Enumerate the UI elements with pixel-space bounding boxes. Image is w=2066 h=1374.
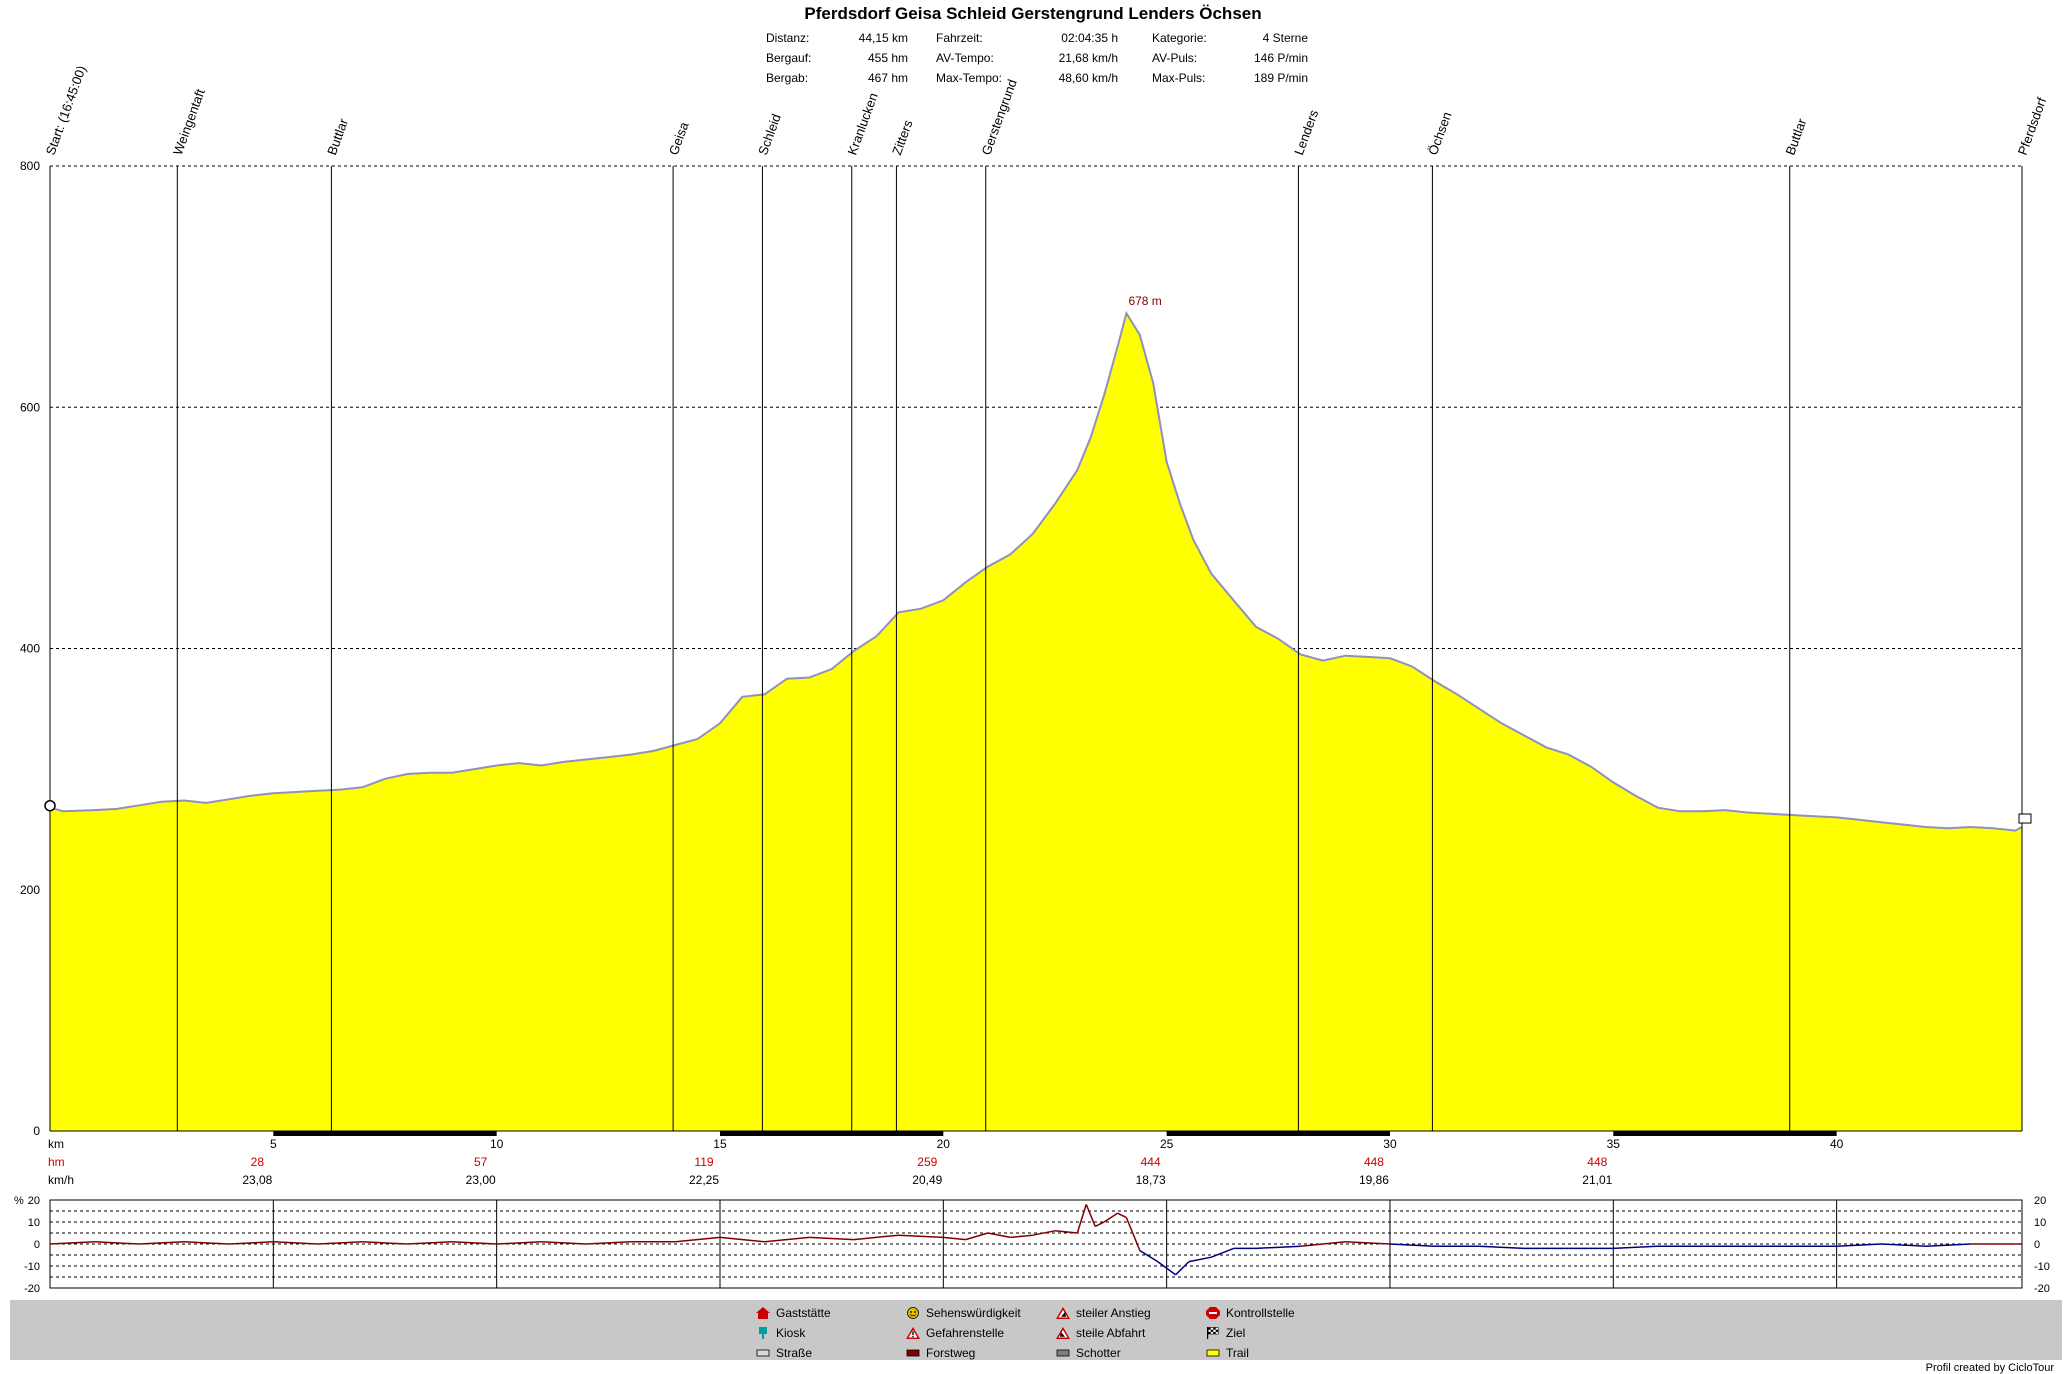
gradient-tick-left: -20 xyxy=(24,1283,40,1295)
waypoint-label: Buttlar xyxy=(1782,116,1809,157)
legend-item: Kiosk xyxy=(756,1326,805,1340)
segment-value: 444 xyxy=(1141,1155,1161,1169)
gradient-unit-label: % xyxy=(14,1195,24,1207)
gradient-tick-right: 0 xyxy=(2034,1239,2040,1251)
segment-value: 23,08 xyxy=(242,1173,272,1187)
segment-value: 119 xyxy=(694,1155,713,1169)
gradient-tick-right: 20 xyxy=(2034,1195,2046,1207)
y-tick-label: 800 xyxy=(20,159,40,173)
x-axis-label: km xyxy=(48,1137,64,1151)
gravel-swatch xyxy=(1056,1347,1070,1359)
smiley-icon xyxy=(906,1307,920,1319)
danger-icon xyxy=(906,1327,920,1339)
legend-item: Schotter xyxy=(1056,1346,1121,1360)
waypoint-label: Zitters xyxy=(889,117,916,157)
legend-item: steile Abfahrt xyxy=(1056,1326,1145,1340)
axis-band xyxy=(273,1131,497,1136)
legend-item: Trail xyxy=(1206,1346,1249,1360)
legend-item: Straße xyxy=(756,1346,812,1360)
x-tick-label: 15 xyxy=(713,1137,727,1151)
road-swatch xyxy=(756,1347,770,1359)
segment-value: 259 xyxy=(917,1155,937,1169)
segment-value: 20,49 xyxy=(912,1173,942,1187)
kiosk-icon xyxy=(756,1327,770,1339)
y-tick-label: 200 xyxy=(20,883,40,897)
gradient-tick-left: 10 xyxy=(28,1217,40,1229)
x-tick-label: 20 xyxy=(937,1137,951,1151)
axis-band xyxy=(1613,1131,1837,1136)
segment-value: 448 xyxy=(1587,1155,1607,1169)
y-tick-label: 0 xyxy=(33,1124,40,1138)
credit-text: Profil created by CicloTour xyxy=(1925,1362,2054,1374)
segment-value: 448 xyxy=(1364,1155,1384,1169)
y-tick-label: 600 xyxy=(20,400,40,414)
legend: Gaststätte Sehenswürdigkeit steiler Anst… xyxy=(10,1300,2062,1360)
gradient-tick-right: -10 xyxy=(2034,1261,2050,1273)
segment-value: 21,01 xyxy=(1582,1173,1612,1187)
house-icon xyxy=(756,1307,770,1319)
x-tick-label: 30 xyxy=(1383,1137,1397,1151)
waypoint-label: Lenders xyxy=(1291,107,1321,157)
legend-item: Gefahrenstelle xyxy=(906,1326,1004,1340)
x-tick-label: 40 xyxy=(1830,1137,1844,1151)
gradient-tick-right: 10 xyxy=(2034,1217,2046,1229)
segment-value: 23,00 xyxy=(466,1173,496,1187)
waypoint-label: Start: (16:45:00) xyxy=(43,64,89,157)
x-tick-label: 5 xyxy=(270,1137,277,1151)
waypoint-label: Schleid xyxy=(755,112,784,157)
bicycle-icon xyxy=(44,799,56,812)
checkered-flag-icon xyxy=(1206,1327,1220,1339)
segment-value: 57 xyxy=(474,1155,488,1169)
peak-label: 678 m xyxy=(1128,294,1161,308)
axis-band xyxy=(719,1131,944,1136)
segment-value: 28 xyxy=(251,1155,265,1169)
warning-triangle-icon xyxy=(1056,1307,1070,1319)
gradient-tick-left: -10 xyxy=(24,1261,40,1273)
forest-road-swatch xyxy=(906,1347,920,1359)
elevation-profile-chart: 0200400600800Start: (16:45:00) Weingentaf… xyxy=(14,64,2050,1295)
legend-item: Kontrollstelle xyxy=(1206,1306,1295,1320)
x-tick-label: 10 xyxy=(490,1137,504,1151)
gradient-tick-left: 0 xyxy=(34,1239,40,1251)
x-tick-label: 35 xyxy=(1607,1137,1621,1151)
waypoint-label: Öchsen xyxy=(1425,110,1454,157)
checkered-flag-icon xyxy=(2018,813,2032,824)
segment-value: 22,25 xyxy=(689,1173,719,1187)
legend-item: Forstweg xyxy=(906,1346,975,1360)
segment-row-label: hm xyxy=(48,1155,65,1169)
elevation-area xyxy=(50,313,2022,1131)
legend-item: Ziel xyxy=(1206,1326,1245,1340)
warning-triangle-icon xyxy=(1056,1327,1070,1339)
waypoint-label: Geisa xyxy=(666,119,692,157)
y-tick-label: 400 xyxy=(20,642,40,656)
legend-item: Gaststätte xyxy=(756,1306,831,1320)
waypoint-label: Pferdsdorf xyxy=(2015,95,2050,157)
legend-item: steiler Anstieg xyxy=(1056,1306,1151,1320)
waypoint-label: Weingentaft xyxy=(170,87,208,157)
waypoint-label: Kranlucken xyxy=(844,91,880,157)
segment-value: 19,86 xyxy=(1359,1173,1389,1187)
segment-row-label: km/h xyxy=(48,1173,74,1187)
x-tick-label: 25 xyxy=(1160,1137,1174,1151)
trail-swatch xyxy=(1206,1347,1220,1359)
legend-item: Sehenswürdigkeit xyxy=(906,1306,1021,1320)
waypoint-label: Gerstengrund xyxy=(978,77,1019,157)
gradient-tick-left: 20 xyxy=(28,1195,40,1207)
stop-sign-icon xyxy=(1206,1307,1220,1319)
segment-value: 18,73 xyxy=(1136,1173,1166,1187)
gradient-tick-right: -20 xyxy=(2034,1283,2050,1295)
waypoint-label: Buttlar xyxy=(324,116,351,157)
axis-band xyxy=(1166,1131,1390,1136)
